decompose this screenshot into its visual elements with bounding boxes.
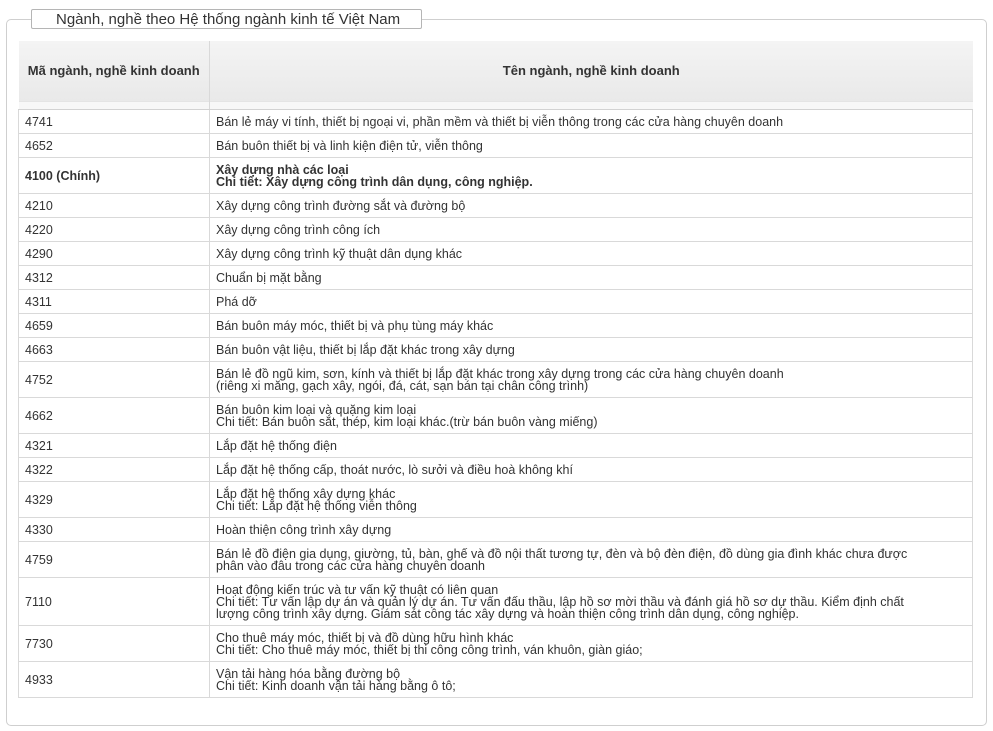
table-row: 4663 Bán buôn vật liệu, thiết bị lắp đặt … — [18, 337, 973, 362]
business-name-cell: Bán lẻ đồ ngũ kim, sơn, kính và thiết bị… — [209, 361, 973, 398]
business-name-title: Xây dựng công trình đường sắt và đường b… — [216, 198, 466, 213]
business-code-cell: 4321 — [18, 433, 210, 458]
business-name-cell: Bán lẻ máy vi tính, thiết bị ngoại vi, p… — [209, 109, 973, 134]
business-name-cell: Xây dựng nhà các loại Chi tiết: Xây dựng … — [209, 157, 973, 194]
business-name-cell: Xây dựng công trình kỹ thuật dân dụng kh… — [209, 241, 973, 266]
table-row: 4100 (Chính) Xây dựng nhà các loại Chi tiế… — [18, 157, 973, 194]
business-name-cell: Xây dựng công trình đường sắt và đường b… — [209, 193, 973, 218]
business-name-title: Hoạt động kiến trúc và tư vấn kỹ thuật c… — [216, 582, 499, 597]
business-code-cell: 4652 — [18, 133, 210, 158]
business-name-title: Lắp đặt hệ thống điện — [216, 438, 337, 453]
business-name-cell: Cho thuê máy móc, thiết bị và đồ dùng hữ… — [209, 625, 973, 662]
table-row: 4322 Lắp đặt hệ thống cấp, thoát nước, lò… — [18, 457, 973, 482]
business-name-cell: Lắp đặt hệ thống điện — [209, 433, 973, 458]
business-name-cell: Bán buôn thiết bị và linh kiện điện tử, … — [209, 133, 973, 158]
table-row: 4659 Bán buôn máy móc, thiết bị và phụ tù… — [18, 313, 973, 338]
table-row: 4652 Bán buôn thiết bị và linh kiện điện … — [18, 133, 973, 158]
business-name-detail: Chi tiết: Tư vấn lập dự án và quản lý dự… — [216, 594, 904, 609]
business-code-cell: 4330 — [18, 517, 210, 542]
table-row: 4321 Lắp đặt hệ thống điện — [18, 433, 973, 458]
business-name-title: Xây dựng công trình kỹ thuật dân dụng kh… — [216, 246, 463, 261]
business-name-detail: Chi tiết: Xây dựng công trình dân dụng, … — [216, 174, 533, 189]
business-name-title: Lắp đặt hệ thống xây dựng khác — [216, 486, 396, 501]
business-name-title: Chuẩn bị mặt bằng — [216, 270, 322, 285]
table-row: 4662 Bán buôn kim loại và quặng kim loại C… — [18, 397, 973, 434]
business-code-cell: 4659 — [18, 313, 210, 338]
business-name-title: Cho thuê máy móc, thiết bị và đồ dùng hữ… — [216, 630, 514, 645]
business-name-title: Bán lẻ đồ điện gia dụng, giường, tủ, bàn… — [216, 546, 908, 561]
business-code-cell: 4741 — [18, 109, 210, 134]
business-code-cell: 4100 (Chính) — [18, 157, 210, 194]
business-code-cell: 7730 — [18, 625, 210, 662]
business-code-cell: 4220 — [18, 217, 210, 242]
business-name-cell: Phá dỡ — [209, 289, 973, 314]
business-code-cell: 4329 — [18, 481, 210, 518]
business-name-detail: Chi tiết: Lắp đặt hệ thống viễn thông — [216, 498, 417, 513]
business-name-cell: Hoàn thiện công trình xây dựng — [209, 517, 973, 542]
business-lines-table: Mã ngành, nghề kinh doanh Tên ngành, ngh… — [18, 41, 973, 698]
business-name-title: Lắp đặt hệ thống cấp, thoát nước, lò sưở… — [216, 462, 573, 477]
column-header-code: Mã ngành, nghề kinh doanh — [18, 41, 210, 102]
table-row: 4330 Hoàn thiện công trình xây dựng — [18, 517, 973, 542]
header-spacer-row — [18, 101, 973, 110]
table-header: Mã ngành, nghề kinh doanh Tên ngành, ngh… — [18, 41, 973, 102]
table-row: 4311 Phá dỡ — [18, 289, 973, 314]
table-row: 4741 Bán lẻ máy vi tính, thiết bị ngoại v… — [18, 109, 973, 134]
business-name-title: Phá dỡ — [216, 294, 257, 309]
column-header-name: Tên ngành, nghề kinh doanh — [209, 41, 973, 102]
business-code-cell: 4210 — [18, 193, 210, 218]
business-name-title: Bán buôn vật liệu, thiết bị lắp đặt khác… — [216, 342, 515, 357]
business-name-detail: Chi tiết: Cho thuê máy móc, thiết bị thi… — [216, 642, 643, 657]
business-name-cell: Lắp đặt hệ thống xây dựng khác Chi tiết: … — [209, 481, 973, 518]
business-code-cell: 4933 — [18, 661, 210, 698]
business-code-cell: 4290 — [18, 241, 210, 266]
business-name-cell: Bán lẻ đồ điện gia dụng, giường, tủ, bàn… — [209, 541, 973, 578]
business-name-detail: phân vào đâu trong các cửa hàng chuyên d… — [216, 558, 485, 573]
business-name-title: Vận tải hàng hóa bằng đường bộ — [216, 666, 401, 681]
business-code-cell: 4752 — [18, 361, 210, 398]
business-name-title: Bán buôn thiết bị và linh kiện điện tử, … — [216, 138, 483, 153]
business-code-cell: 4322 — [18, 457, 210, 482]
business-name-cell: Bán buôn vật liệu, thiết bị lắp đặt khác… — [209, 337, 973, 362]
business-name-cell: Bán buôn kim loại và quặng kim loại Chi t… — [209, 397, 973, 434]
table-row: 4329 Lắp đặt hệ thống xây dựng khác Chi ti… — [18, 481, 973, 518]
business-name-detail: Chi tiết: Kinh doanh vận tải hàng bằng ô… — [216, 678, 456, 693]
table-row: 4220 Xây dựng công trình công ích — [18, 217, 973, 242]
table-row: 4933 Vận tải hàng hóa bằng đường bộ Chi ti… — [18, 661, 973, 698]
table-body: 4741 Bán lẻ máy vi tính, thiết bị ngoại v… — [18, 101, 973, 698]
business-code-cell: 7110 — [18, 577, 210, 626]
table-row: 7110 Hoạt động kiến trúc và tư vấn kỹ thu… — [18, 577, 973, 626]
business-name-title: Xây dựng công trình công ích — [216, 222, 381, 237]
business-name-title: Bán lẻ máy vi tính, thiết bị ngoại vi, p… — [216, 114, 784, 129]
business-name-cell: Chuẩn bị mặt bằng — [209, 265, 973, 290]
business-code-cell: 4311 — [18, 289, 210, 314]
business-code-cell: 4663 — [18, 337, 210, 362]
table-row: 4290 Xây dựng công trình kỹ thuật dân dụn… — [18, 241, 973, 266]
table-row: 4210 Xây dựng công trình đường sắt và đườ… — [18, 193, 973, 218]
business-name-cell: Lắp đặt hệ thống cấp, thoát nước, lò sưở… — [209, 457, 973, 482]
business-code-cell: 4312 — [18, 265, 210, 290]
business-code-cell: 4662 — [18, 397, 210, 434]
business-name-title: Hoàn thiện công trình xây dựng — [216, 522, 392, 537]
business-name-title: Bán buôn kim loại và quặng kim loại — [216, 402, 417, 417]
table-row: 4752 Bán lẻ đồ ngũ kim, sơn, kính và thiế… — [18, 361, 973, 398]
business-name-cell: Bán buôn máy móc, thiết bị và phụ tùng m… — [209, 313, 973, 338]
business-lines-table-container: Mã ngành, nghề kinh doanh Tên ngành, ngh… — [18, 41, 973, 698]
business-name-title: Bán buôn máy móc, thiết bị và phụ tùng m… — [216, 318, 494, 333]
business-name-detail: (riêng xi măng, gạch xây, ngói, đá, cát,… — [216, 378, 589, 393]
table-row: 4312 Chuẩn bị mặt bằng — [18, 265, 973, 290]
business-code-cell: 4759 — [18, 541, 210, 578]
business-name-cell: Xây dựng công trình công ích — [209, 217, 973, 242]
business-name-cell: Hoạt động kiến trúc và tư vấn kỹ thuật c… — [209, 577, 973, 626]
business-name-cell: Vận tải hàng hóa bằng đường bộ Chi tiết: … — [209, 661, 973, 698]
table-row: 4759 Bán lẻ đồ điện gia dụng, giường, tủ,… — [18, 541, 973, 578]
business-name-detail: Chi tiết: Bán buôn sắt, thép, kim loại k… — [216, 414, 598, 429]
business-name-title: Xây dựng nhà các loại — [216, 162, 349, 177]
business-name-detail: lượng công trình xây dựng. Giám sát công… — [216, 606, 799, 621]
business-name-title: Bán lẻ đồ ngũ kim, sơn, kính và thiết bị… — [216, 366, 784, 381]
section-legend: Ngành, nghề theo Hệ thống ngành kinh tế … — [31, 9, 422, 29]
table-row: 7730 Cho thuê máy móc, thiết bị và đồ dùn… — [18, 625, 973, 662]
